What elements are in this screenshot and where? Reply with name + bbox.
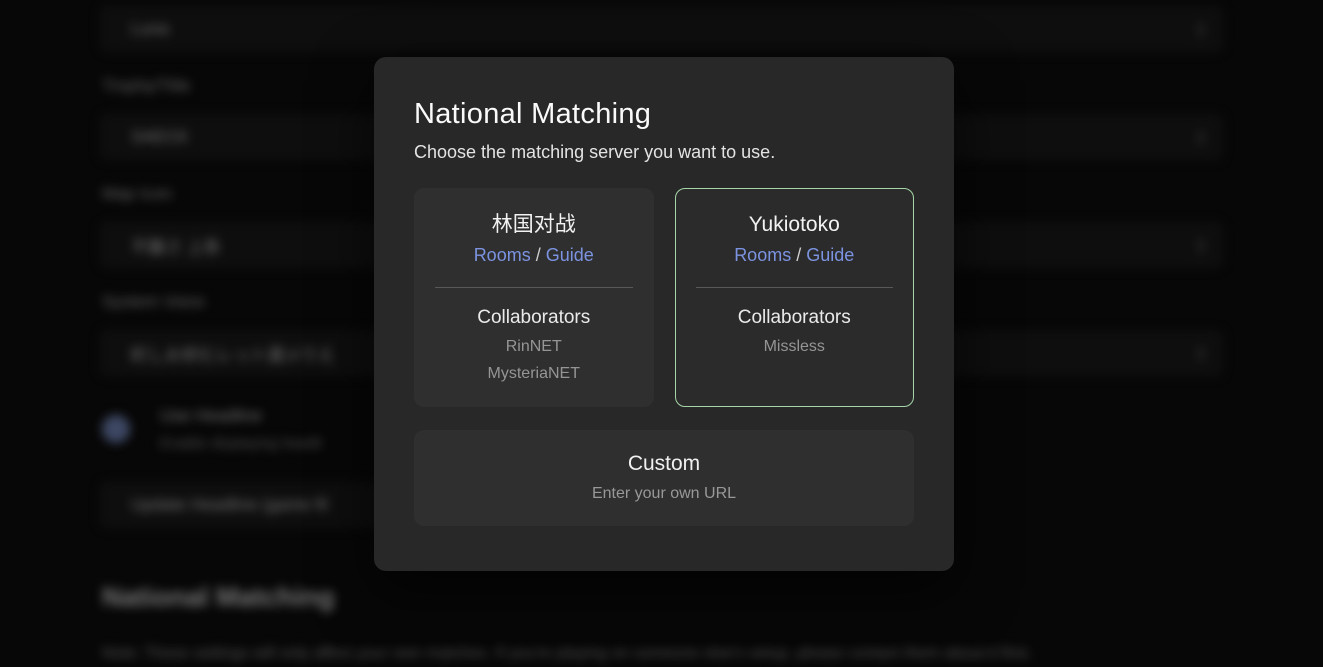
rooms-link[interactable]: Rooms xyxy=(474,245,531,265)
guide-link[interactable]: Guide xyxy=(546,245,594,265)
collaborators-label: Collaborators xyxy=(695,307,895,329)
server-card-yukiotoko[interactable]: Yukiotoko Rooms / Guide Collaborators Mi… xyxy=(675,188,915,407)
link-separator: / xyxy=(796,245,801,265)
modal-subtitle: Choose the matching server you want to u… xyxy=(414,142,914,163)
rooms-link[interactable]: Rooms xyxy=(734,245,791,265)
collaborator-name: RinNET xyxy=(434,338,634,356)
link-separator: / xyxy=(536,245,541,265)
server-options-row: 林国对战 Rooms / Guide Collaborators RinNET … xyxy=(414,188,914,407)
collaborator-name: MysteriaNET xyxy=(434,365,634,383)
card-divider xyxy=(696,287,894,288)
server-card-linguo[interactable]: 林国对战 Rooms / Guide Collaborators RinNET … xyxy=(414,188,654,407)
screen: Luna ❯ Trophy/Title SAECK ❯ Map Icon 不腹さ… xyxy=(0,0,1323,667)
custom-card-subtitle: Enter your own URL xyxy=(592,485,736,503)
collaborator-name: Missless xyxy=(695,338,895,356)
custom-server-card[interactable]: Custom Enter your own URL xyxy=(414,430,914,526)
national-matching-modal: National Matching Choose the matching se… xyxy=(374,57,954,571)
server-links: Rooms / Guide xyxy=(434,245,634,266)
custom-card-title: Custom xyxy=(628,452,700,476)
guide-link[interactable]: Guide xyxy=(806,245,854,265)
modal-title: National Matching xyxy=(414,99,914,131)
collaborators-label: Collaborators xyxy=(434,307,634,329)
server-name: 林国对战 xyxy=(434,212,634,237)
server-name: Yukiotoko xyxy=(695,212,895,237)
server-links: Rooms / Guide xyxy=(695,245,895,266)
card-divider xyxy=(435,287,633,288)
